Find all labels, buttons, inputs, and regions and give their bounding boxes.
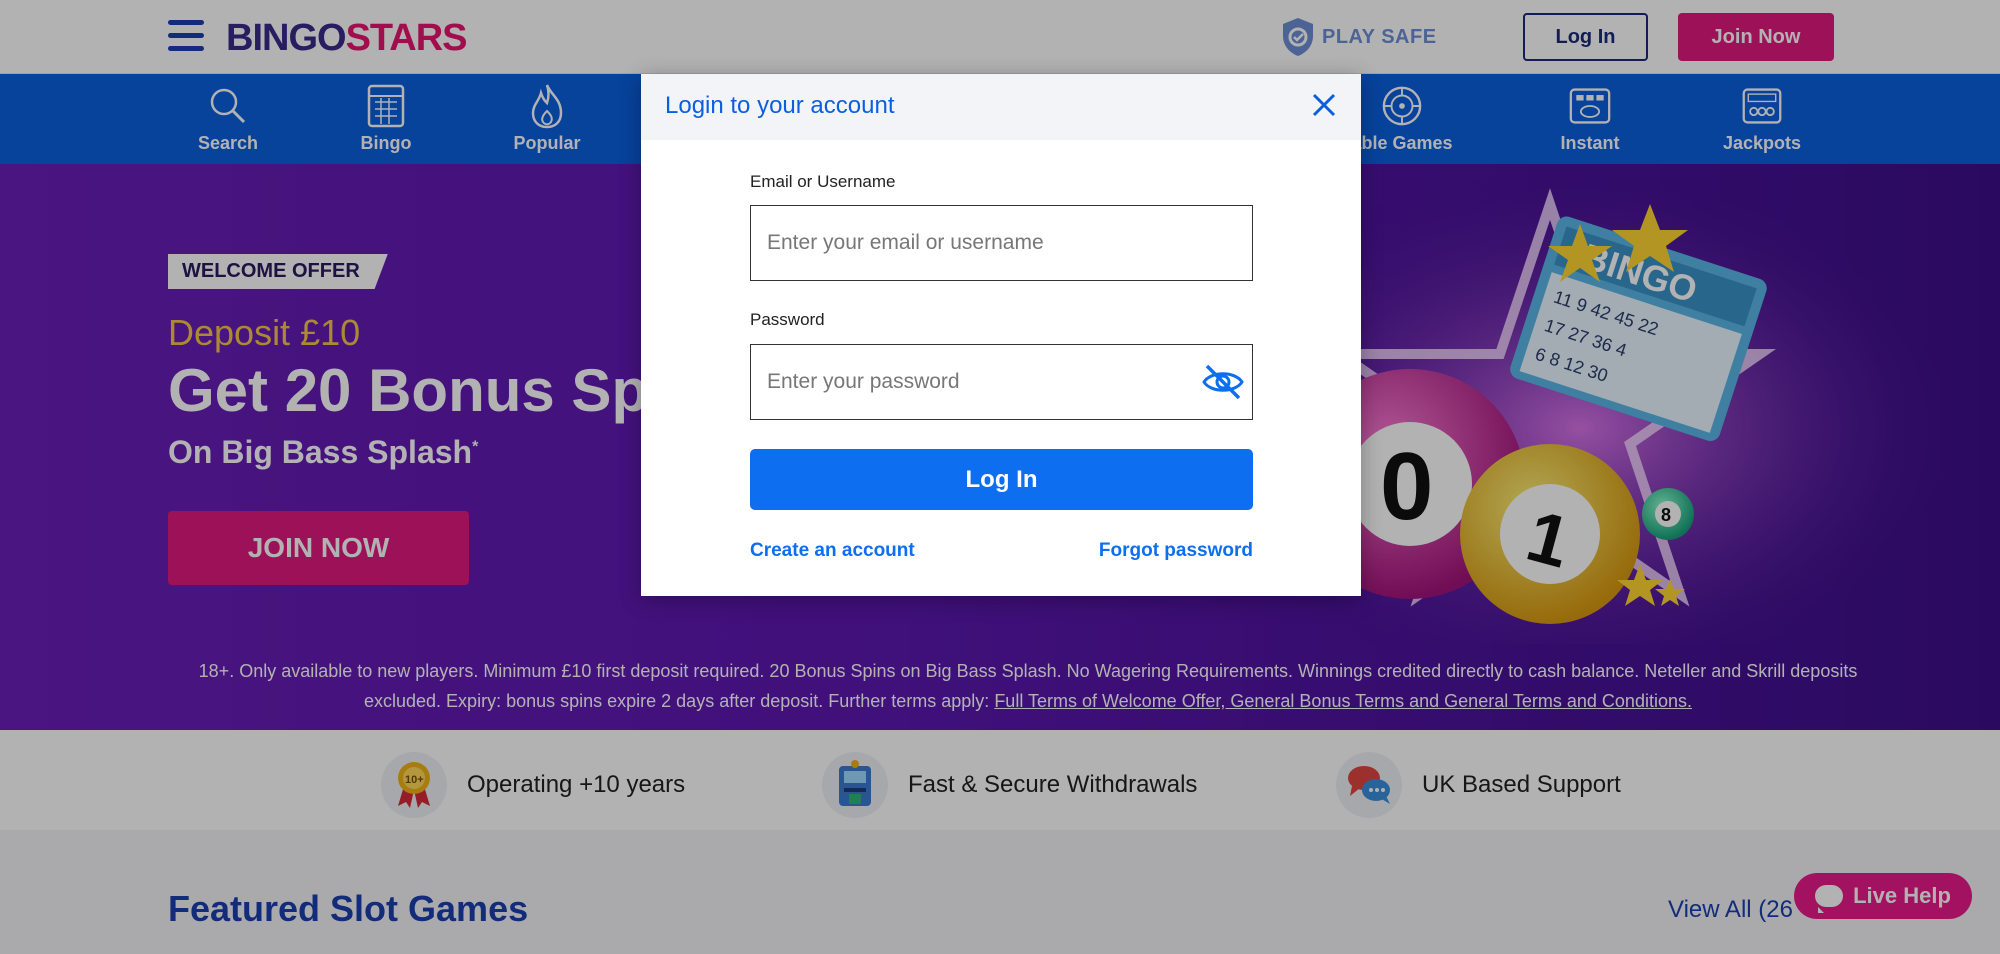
- eye-off-icon[interactable]: [1201, 363, 1245, 401]
- email-label: Email or Username: [750, 172, 896, 191]
- password-label: Password: [750, 310, 825, 329]
- close-icon[interactable]: [1309, 90, 1339, 120]
- forgot-password-link[interactable]: Forgot password: [1091, 540, 1253, 562]
- password-field[interactable]: [767, 345, 1187, 419]
- login-submit-button[interactable]: Log In: [750, 449, 1253, 510]
- modal-header: Login to your account: [641, 74, 1361, 140]
- login-modal: Login to your account Email or Username …: [641, 74, 1361, 596]
- email-field[interactable]: [767, 206, 1187, 280]
- email-field-box: [750, 205, 1253, 281]
- modal-title: Login to your account: [665, 92, 895, 119]
- create-account-link[interactable]: Create an account: [750, 540, 915, 562]
- password-field-box: [750, 344, 1253, 420]
